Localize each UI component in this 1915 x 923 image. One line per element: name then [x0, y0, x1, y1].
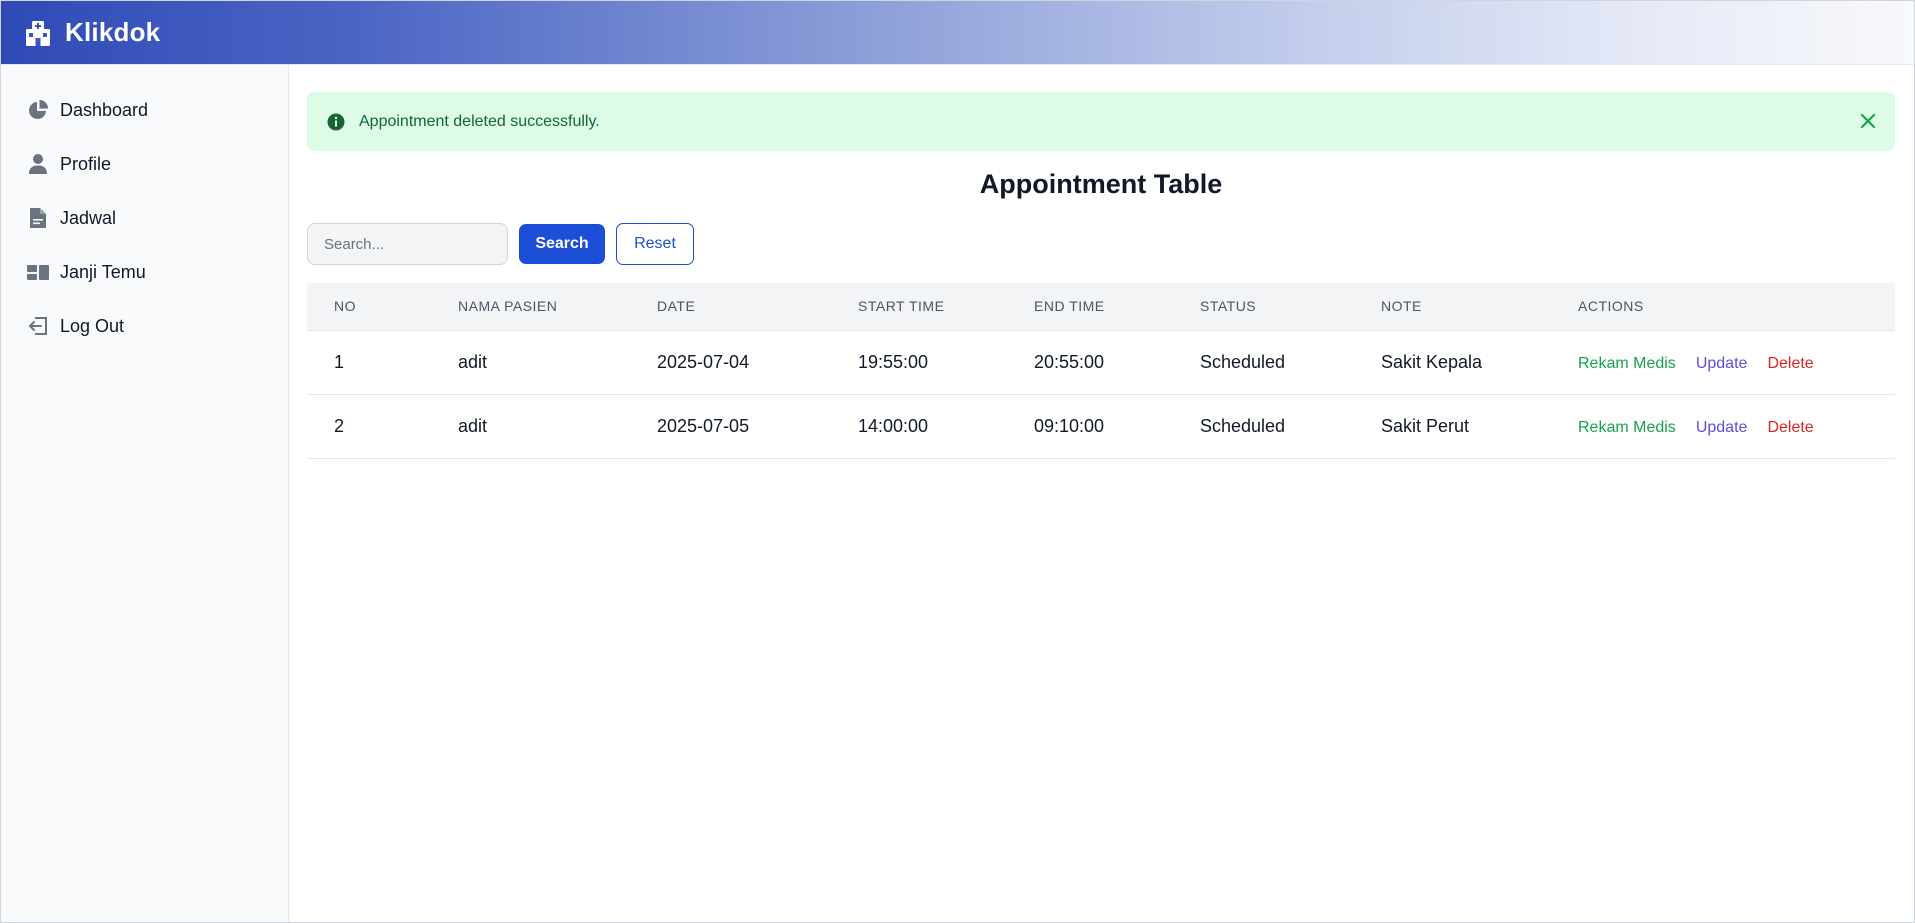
success-alert: Appointment deleted successfully.: [307, 92, 1895, 151]
sidebar-item-jadwal[interactable]: Jadwal: [1, 191, 288, 245]
cell-date: 2025-07-04: [657, 351, 750, 372]
sidebar-item-label: Log Out: [60, 315, 125, 336]
sidebar: Dashboard Profile Jadwal Janji Temu Log …: [1, 65, 289, 922]
cell-end-time: 09:10:00: [1034, 415, 1105, 436]
cell-start-time: 14:00:00: [858, 415, 929, 436]
cell-nama-pasien: adit: [458, 351, 488, 372]
cell-actions: Rekam Medis Update Delete: [1551, 394, 1895, 458]
sidebar-item-dashboard[interactable]: Dashboard: [1, 83, 288, 137]
cell-no: 2: [334, 415, 345, 436]
table-row: 2 adit 2025-07-05 14:00:00 09:10:00 Sche…: [307, 394, 1895, 458]
delete-link[interactable]: Delete: [1767, 355, 1813, 372]
cell-end-time: 20:55:00: [1034, 351, 1105, 372]
document-icon: [26, 206, 50, 230]
top-bar: Klikdok: [1, 1, 1914, 65]
cell-note: Sakit Kepala: [1381, 351, 1483, 372]
table-header-row: NO NAMA PASIEN DATE START TIME END TIME …: [307, 283, 1895, 331]
column-header-actions: ACTIONS: [1551, 283, 1895, 331]
cell-start-time: 19:55:00: [858, 351, 929, 372]
pie-chart-icon: [26, 98, 50, 122]
cell-note: Sakit Perut: [1381, 415, 1470, 436]
app-window: Klikdok Dashboard Profile Jadwal Janji T…: [0, 0, 1915, 923]
column-header-end-time: END TIME: [1007, 283, 1173, 331]
brand-name[interactable]: Klikdok: [65, 17, 160, 48]
table-row: 1 adit 2025-07-04 19:55:00 20:55:00 Sche…: [307, 330, 1895, 394]
cell-date: 2025-07-05: [657, 415, 750, 436]
column-header-no: NO: [307, 283, 431, 331]
alert-message: Appointment deleted successfully.: [359, 112, 600, 130]
update-link[interactable]: Update: [1696, 355, 1748, 372]
user-icon: [26, 152, 50, 176]
main-content: Appointment deleted successfully. Appoin…: [307, 65, 1895, 922]
reset-button[interactable]: Reset: [616, 223, 694, 265]
column-header-date: DATE: [630, 283, 831, 331]
search-bar: Search Reset: [307, 223, 694, 265]
cell-nama-pasien: adit: [458, 415, 488, 436]
sidebar-item-label: Profile: [60, 153, 112, 174]
search-button[interactable]: Search: [519, 224, 605, 264]
grid-icon: [26, 260, 50, 284]
column-header-start-time: START TIME: [831, 283, 1007, 331]
sidebar-item-label: Dashboard: [60, 99, 149, 120]
appointment-table: NO NAMA PASIEN DATE START TIME END TIME …: [307, 283, 1895, 459]
page-title: Appointment Table: [979, 169, 1223, 199]
sidebar-item-label: Janji Temu: [60, 261, 146, 282]
update-link[interactable]: Update: [1696, 419, 1748, 436]
cell-status: Scheduled: [1200, 351, 1286, 372]
column-header-status: STATUS: [1173, 283, 1354, 331]
sidebar-item-log-out[interactable]: Log Out: [1, 299, 288, 353]
cell-no: 1: [334, 351, 345, 372]
info-icon: [327, 113, 345, 131]
close-icon[interactable]: [1859, 112, 1877, 130]
rekam-medis-link[interactable]: Rekam Medis: [1578, 419, 1676, 436]
sidebar-item-janji-temu[interactable]: Janji Temu: [1, 245, 288, 299]
search-input[interactable]: [307, 223, 508, 265]
column-header-nama-pasien: NAMA PASIEN: [431, 283, 630, 331]
column-header-note: NOTE: [1354, 283, 1551, 331]
sidebar-item-label: Jadwal: [60, 207, 117, 228]
delete-link[interactable]: Delete: [1767, 419, 1813, 436]
rekam-medis-link[interactable]: Rekam Medis: [1578, 355, 1676, 372]
sidebar-item-profile[interactable]: Profile: [1, 137, 288, 191]
hospital-icon: [23, 18, 53, 48]
logout-icon: [26, 314, 50, 338]
cell-actions: Rekam Medis Update Delete: [1551, 330, 1895, 394]
cell-status: Scheduled: [1200, 415, 1286, 436]
